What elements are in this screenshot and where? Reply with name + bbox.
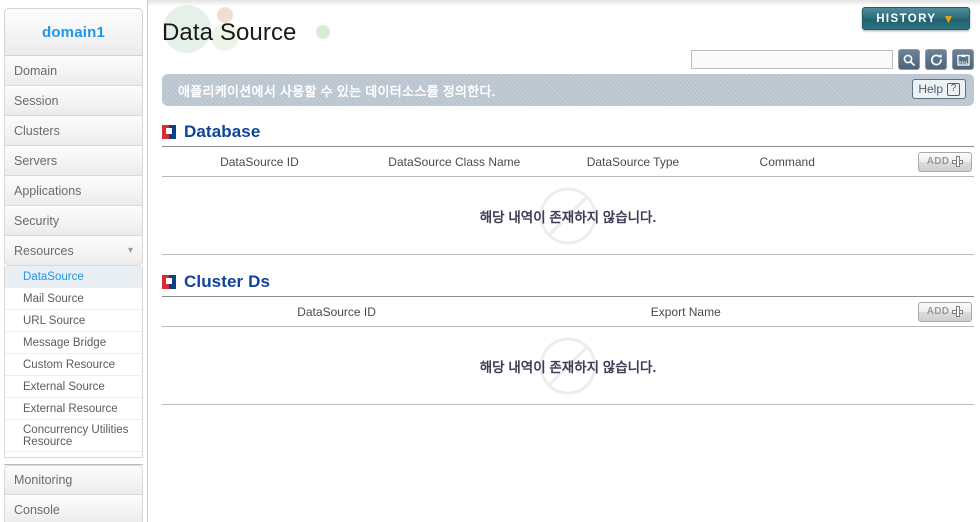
- refresh-icon: [930, 53, 942, 65]
- search-toolbar: XML: [691, 49, 974, 70]
- column-header-add: ADD: [860, 296, 974, 327]
- four-square-icon: [162, 125, 176, 139]
- sidebar-item-security[interactable]: Security: [4, 206, 143, 236]
- sidebar-subitem-label: Custom Resource: [23, 358, 116, 371]
- xml-export-button[interactable]: XML: [952, 49, 974, 70]
- sidebar-item-label: Monitoring: [14, 473, 73, 487]
- add-cluster-ds-button[interactable]: ADD: [918, 301, 972, 322]
- table-header-row: DataSource ID Export Name ADD: [162, 296, 974, 327]
- sidebar-item-label: Security: [14, 213, 60, 228]
- sidebar-item-external-resource[interactable]: External Resource: [5, 398, 142, 420]
- search-input[interactable]: [691, 50, 893, 69]
- column-header-datasource-id[interactable]: DataSource ID: [162, 296, 512, 327]
- empty-message: 해당 내역이 존재하지 않습니다.: [479, 359, 657, 375]
- question-mark-icon: ?: [947, 82, 960, 96]
- sidebar-item-label: Clusters: [14, 123, 60, 138]
- page-title: Data Source: [162, 19, 297, 46]
- plus-icon: [952, 306, 964, 317]
- sidebar-item-label: Resources: [14, 243, 74, 258]
- section-header: Database: [162, 118, 974, 146]
- plus-icon: [952, 156, 964, 167]
- sidebar-domain-header[interactable]: domain1: [4, 8, 143, 56]
- sidebar-item-url-source[interactable]: URL Source: [5, 310, 142, 332]
- database-empty-state: 해당 내역이 존재하지 않습니다.: [162, 177, 974, 255]
- sidebar-subitem-label: DataSource: [23, 270, 84, 283]
- refresh-button[interactable]: [925, 49, 947, 70]
- column-header-export-name[interactable]: Export Name: [511, 296, 861, 327]
- cluster-ds-empty-state: 해당 내역이 존재하지 않습니다.: [162, 327, 974, 405]
- info-banner-message: 애플리케이션에서 사용할 수 있는 데이터소스를 정의한다.: [178, 83, 496, 99]
- sidebar-item-concurrency-utilities-resource[interactable]: Concurrency Utilities Resource: [5, 420, 142, 452]
- sidebar-subitem-label: URL Source: [23, 314, 86, 327]
- add-button-label: ADD: [926, 306, 950, 317]
- sidebar-item-label: Applications: [14, 183, 82, 198]
- main-content: Data Source HISTORY ▼ XML 애플리케이션에서 사용할 수…: [148, 0, 980, 522]
- add-button-label: ADD: [926, 156, 950, 167]
- four-square-icon: [162, 275, 176, 289]
- history-button-label: HISTORY: [876, 12, 937, 25]
- decorative-circle-green-small: [316, 25, 330, 39]
- section-header: Cluster Ds: [162, 268, 974, 296]
- sidebar-item-label: Domain: [14, 63, 58, 78]
- history-button[interactable]: HISTORY ▼: [862, 7, 970, 30]
- column-header-datasource-class-name[interactable]: DataSource Class Name: [356, 146, 552, 177]
- application-window: domain1 Domain Session Clusters Servers …: [0, 0, 980, 522]
- sidebar-item-custom-resource[interactable]: Custom Resource: [5, 354, 142, 376]
- help-button-label: Help: [918, 82, 943, 96]
- column-header-add: ADD: [860, 146, 974, 177]
- sidebar-item-label: Servers: [14, 153, 58, 168]
- empty-message: 해당 내역이 존재하지 않습니다.: [479, 209, 657, 225]
- sidebar-item-servers[interactable]: Servers: [4, 146, 143, 176]
- help-button[interactable]: Help ?: [912, 79, 966, 99]
- info-banner: 애플리케이션에서 사용할 수 있는 데이터소스를 정의한다. Help ?: [162, 74, 974, 106]
- sidebar-nav: domain1 Domain Session Clusters Servers …: [0, 0, 147, 522]
- sidebar-submenu-resources: DataSource Mail Source URL Source Messag…: [4, 266, 143, 458]
- sidebar-item-mail-source[interactable]: Mail Source: [5, 288, 142, 310]
- sidebar-item-label: Session: [14, 93, 59, 108]
- column-header-datasource-id[interactable]: DataSource ID: [162, 146, 357, 177]
- sidebar-item-domain[interactable]: Domain: [4, 56, 143, 86]
- search-icon: [903, 54, 915, 66]
- sidebar-item-label: Console: [14, 502, 60, 517]
- search-button[interactable]: [898, 49, 920, 70]
- column-header-command[interactable]: Command: [714, 146, 861, 177]
- section-title: Database: [184, 122, 261, 141]
- sidebar-subitem-label: External Source: [23, 380, 105, 393]
- sidebar-item-clusters[interactable]: Clusters: [4, 116, 143, 146]
- sidebar-item-message-bridge[interactable]: Message Bridge: [5, 332, 142, 354]
- sidebar-subitem-label: Mail Source: [23, 292, 84, 305]
- sidebar-domain-label: domain1: [41, 23, 106, 41]
- sidebar-item-applications[interactable]: Applications: [4, 176, 143, 206]
- sidebar-item-external-source[interactable]: External Source: [5, 376, 142, 398]
- sidebar-item-resources[interactable]: Resources ▾: [4, 236, 143, 266]
- chevron-down-icon: ▼: [942, 11, 956, 26]
- chevron-down-icon: ▾: [127, 244, 133, 256]
- column-header-datasource-type[interactable]: DataSource Type: [551, 146, 715, 177]
- sidebar-item-datasource[interactable]: DataSource: [5, 266, 142, 288]
- sidebar-subitem-label: Message Bridge: [23, 336, 107, 349]
- xml-export-icon: XML: [956, 53, 970, 66]
- sidebar-item-session[interactable]: Session: [4, 86, 143, 116]
- database-table: DataSource ID DataSource Class Name Data…: [162, 146, 974, 177]
- sidebar-item-console[interactable]: Console: [4, 495, 143, 522]
- add-database-button[interactable]: ADD: [918, 151, 972, 172]
- sidebar-subitem-label: Concurrency Utilities Resource: [23, 424, 129, 448]
- table-header-row: DataSource ID DataSource Class Name Data…: [162, 146, 974, 177]
- cluster-ds-table: DataSource ID Export Name ADD: [162, 296, 974, 327]
- sidebar-item-monitoring[interactable]: Monitoring: [4, 465, 143, 495]
- section-cluster-ds: Cluster Ds DataSource ID Export Name ADD: [162, 268, 974, 405]
- section-title: Cluster Ds: [184, 272, 271, 291]
- section-database: Database DataSource ID DataSource Class …: [162, 118, 974, 255]
- sidebar-subitem-label: External Resource: [23, 402, 118, 415]
- sidebar: domain1 Domain Session Clusters Servers …: [0, 0, 148, 522]
- svg-text:XML: XML: [958, 60, 968, 65]
